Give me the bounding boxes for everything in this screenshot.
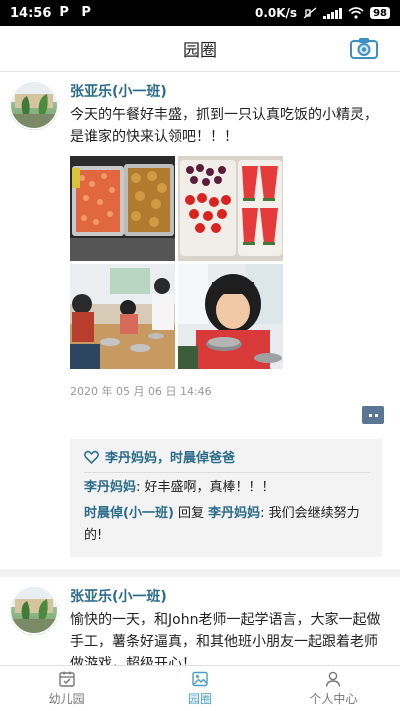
likes-names[interactable]: 李丹妈妈，时晨倬爸爸 [105,447,235,466]
tab-profile[interactable]: 个人中心 [267,666,400,711]
post-timestamp: 2020 年 05 月 06 日 14:46 [70,385,212,398]
comment-button[interactable] [362,406,384,424]
page-title: 园圈 [183,41,217,61]
post-author[interactable]: 张亚乐(小一班) [70,587,390,607]
camera-icon[interactable] [350,37,378,59]
bottom-tab-bar: 幼儿园 园圈 个人中心 [0,665,400,711]
post-photo[interactable] [70,264,175,369]
comment[interactable]: 李丹妈妈: 好丰盛啊，真棒！！！ [84,477,370,499]
avatar[interactable] [9,585,59,635]
comment-text: : 好丰盛啊，真棒！！！ [136,480,275,495]
post-photo[interactable] [178,156,283,261]
likes-row: 李丹妈妈，时晨倬爸爸 [84,447,370,473]
signal-icon [323,7,343,19]
app-notification-icon: P [81,5,91,20]
comment[interactable]: 时晨倬(小一班) 回复 李丹妈妈: 我们会继续努力的! [84,503,370,547]
tab-label: 园圈 [187,692,212,706]
photo-grid [70,156,390,369]
reply-word: 回复 [173,506,209,521]
post-photo[interactable] [178,264,283,369]
status-time: 14:56 [10,5,52,21]
tab-circle[interactable]: 园圈 [133,666,266,711]
post-photo[interactable] [70,156,175,261]
post: 张亚乐(小一班) 愉快的一天，和John老师一起学语言，大家一起做手工，薯条好逼… [0,569,400,665]
tab-label: 个人中心 [309,692,358,706]
heart-icon [84,450,99,464]
person-icon [326,671,341,687]
reply-to-name[interactable]: 李丹妈妈 [208,506,260,521]
likes-comments-box: 李丹妈妈，时晨倬爸爸 李丹妈妈: 好丰盛啊，真棒！！！ 时晨倬(小一班) 回复 … [70,439,382,557]
tab-kindergarten[interactable]: 幼儿园 [0,666,133,711]
mute-icon [303,7,317,19]
comment-author[interactable]: 时晨倬(小一班) [84,506,174,521]
post-content: 今天的午餐好丰盛，抓到一只认真吃饭的小精灵，是谁家的快来认领吧！！！ [70,107,378,145]
app-header: 园圈 [0,26,400,72]
status-bar: 14:56 P P 0.0K/s 98 [0,0,400,26]
post-author[interactable]: 张亚乐(小一班) [70,82,390,102]
feed[interactable]: 张亚乐(小一班) 今天的午餐好丰盛，抓到一只认真吃饭的小精灵，是谁家的快来认领吧… [0,72,400,665]
calendar-icon [58,671,75,687]
battery-icon: 98 [370,7,390,19]
post: 张亚乐(小一班) 今天的午餐好丰盛，抓到一只认真吃饭的小精灵，是谁家的快来认领吧… [0,72,400,569]
avatar[interactable] [9,80,59,130]
photo-icon [192,671,208,687]
wifi-icon [348,7,364,19]
app-notification-icon: P [59,5,69,20]
net-speed: 0.0K/s [254,6,298,20]
comment-author[interactable]: 李丹妈妈 [84,480,136,495]
tab-label: 幼儿园 [48,692,85,706]
post-content: 愉快的一天，和John老师一起学语言，大家一起做手工，薯条好逼真，和其他班小朋友… [70,612,381,665]
